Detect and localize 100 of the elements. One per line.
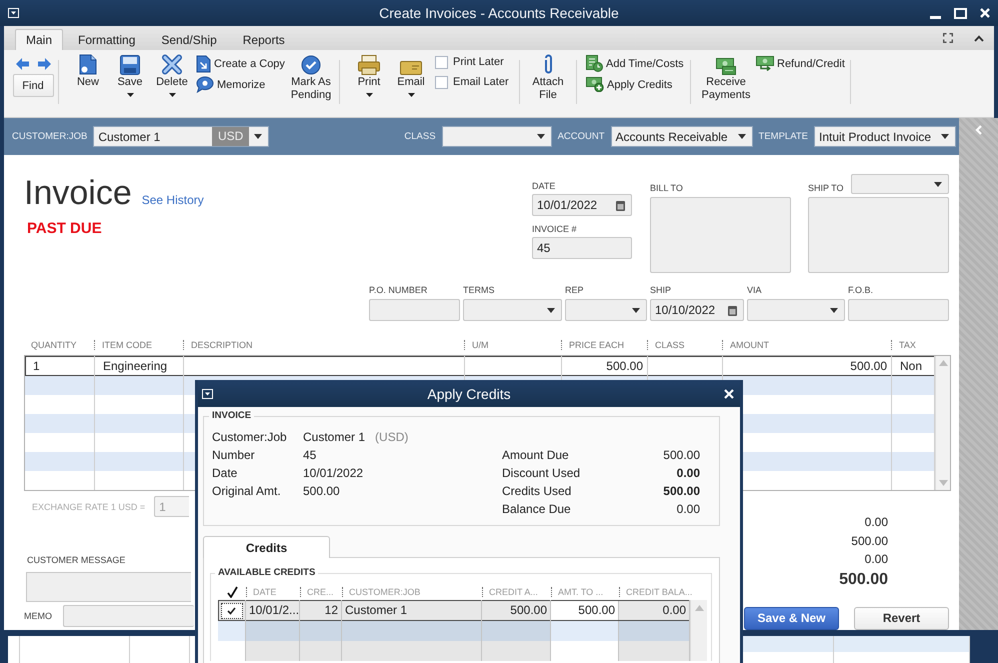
ribbon-tab[interactable]: Formatting <box>67 29 146 50</box>
maximize-icon[interactable] <box>954 8 967 18</box>
dropdown-arrow-icon <box>254 134 262 139</box>
detail-label: Original Amt. <box>212 484 282 498</box>
total-value: 0.00 <box>864 514 888 531</box>
bill-to-field[interactable] <box>650 197 791 273</box>
save-and-new-button[interactable]: Save & New <box>744 606 839 630</box>
scrollbar[interactable] <box>935 356 950 490</box>
column-header: QUANTITY <box>30 340 78 350</box>
currency-badge: USD <box>212 127 250 146</box>
chevron-left-icon[interactable] <box>975 125 982 135</box>
memorize-button[interactable]: Memorize <box>196 74 266 95</box>
table-cell[interactable]: 500.00 <box>551 601 619 620</box>
account-dropdown[interactable]: Accounts Receivable <box>610 126 753 147</box>
memo-field[interactable] <box>63 605 194 627</box>
check-icon <box>227 606 236 614</box>
detail-value: 45 <box>303 448 316 462</box>
email-button[interactable]: Email <box>393 54 429 97</box>
text-field[interactable] <box>848 299 949 321</box>
table-row[interactable]: 1 Engineering 500.00 500.00 Non <box>25 356 935 376</box>
ship-to-field[interactable] <box>808 197 949 273</box>
field-label: TERMS <box>463 285 494 296</box>
text-field[interactable] <box>369 299 460 321</box>
apply-credits-button[interactable]: Apply Credits <box>586 74 672 95</box>
add-time-costs-button[interactable]: Add Time/Costs <box>586 53 684 74</box>
column-header: CREDIT A... <box>482 586 551 596</box>
caret-icon <box>366 93 372 97</box>
total-value: 500.00 <box>851 532 888 550</box>
checkbox[interactable] <box>435 56 448 68</box>
checkbox[interactable] <box>435 76 448 88</box>
dropdown-field[interactable] <box>747 299 845 321</box>
receive-payments-button[interactable]: Receive Payments <box>700 54 752 102</box>
expand-icon[interactable] <box>943 33 953 43</box>
scrollbar[interactable] <box>690 600 707 661</box>
checkbox-label: Print Later <box>453 56 504 68</box>
attach-file-button[interactable]: Attach File <box>530 54 566 102</box>
check-icon <box>226 586 238 598</box>
back-arrow-icon[interactable] <box>16 58 28 70</box>
field-label: EXCHANGE RATE 1 USD = <box>32 502 146 512</box>
field-label: SHIP <box>650 285 672 296</box>
column-header: TAX <box>891 340 934 350</box>
ribbon-tab[interactable]: Reports <box>232 29 296 50</box>
close-icon[interactable] <box>980 8 990 18</box>
refund-credit-button[interactable]: Refund/Credit <box>756 53 845 74</box>
caret-icon <box>168 93 176 97</box>
see-history-link[interactable]: See History <box>142 193 204 207</box>
dropdown-field[interactable] <box>565 299 647 321</box>
scroll-down-icon[interactable] <box>938 480 948 486</box>
table-row[interactable]: 10/01/2... 12 Customer 1 500.00 500.00 0.00 <box>218 600 690 621</box>
amount-value: 500.00 <box>662 448 700 462</box>
mark-as-pending-button[interactable]: Mark As Pending <box>289 54 333 102</box>
amount-value: 0.00 <box>676 466 700 480</box>
scroll-up-icon[interactable] <box>938 360 948 366</box>
dropdown-arrow-icon <box>632 308 640 312</box>
dropdown-arrow-icon <box>547 308 555 312</box>
new-button[interactable]: New <box>66 54 110 89</box>
document-icon <box>79 54 97 75</box>
chevron-up-icon[interactable] <box>974 34 984 42</box>
envelope-icon <box>400 61 422 75</box>
revert-button[interactable]: Revert <box>854 606 949 630</box>
amount-label: Credits Used <box>502 484 572 498</box>
field-label: INVOICE # <box>532 224 577 235</box>
field-label: CLASS <box>404 131 436 142</box>
ribbon-tab[interactable]: Send/Ship <box>150 29 228 50</box>
calendar-icon[interactable] <box>616 200 625 210</box>
dialog-title: Apply Credits <box>427 386 511 402</box>
ship-to-dropdown[interactable] <box>851 174 949 194</box>
window-menu-icon[interactable] <box>202 388 213 398</box>
create-copy-button[interactable]: Create a Copy <box>196 53 285 74</box>
column-header: AMT. TO ... <box>551 586 619 596</box>
dropdown-arrow-icon <box>934 182 942 186</box>
amount-label: Amount Due <box>502 448 570 462</box>
caret-icon <box>126 93 134 97</box>
credits-tab[interactable]: Credits <box>203 536 330 558</box>
forward-arrow-icon[interactable] <box>38 58 50 70</box>
date-field[interactable]: 10/10/2022 <box>650 299 744 321</box>
scroll-up-icon[interactable] <box>694 605 704 611</box>
calendar-icon[interactable] <box>728 304 737 316</box>
invoice-title: Invoice <box>24 174 132 212</box>
print-button[interactable]: Print <box>351 54 387 97</box>
amount-value: 0.00 <box>676 502 700 516</box>
ribbon-tab[interactable]: Main <box>15 29 64 50</box>
delete-button[interactable]: Delete <box>154 54 190 97</box>
invoice-number-field[interactable]: 45 <box>532 237 632 259</box>
find-button[interactable]: Find <box>12 74 54 97</box>
save-button[interactable]: Save <box>112 54 148 97</box>
checkbox[interactable] <box>220 602 242 618</box>
customer-job-dropdown[interactable]: Customer 1 USD <box>93 126 270 147</box>
close-icon[interactable] <box>724 388 734 398</box>
window-menu-icon[interactable] <box>8 8 19 18</box>
template-dropdown[interactable]: Intuit Product Invoice <box>814 126 956 147</box>
amount-label: Discount Used <box>502 466 582 480</box>
field-label: P.O. NUMBER <box>369 285 428 296</box>
class-dropdown[interactable] <box>442 126 552 147</box>
customer-message-field[interactable] <box>26 572 191 602</box>
caret-icon <box>408 93 414 97</box>
date-field[interactable]: 10/01/2022 <box>532 194 632 216</box>
field-label: MEMO <box>24 610 52 622</box>
column-header: CUSTOMER:JOB <box>342 586 482 596</box>
dropdown-field[interactable] <box>463 299 562 321</box>
